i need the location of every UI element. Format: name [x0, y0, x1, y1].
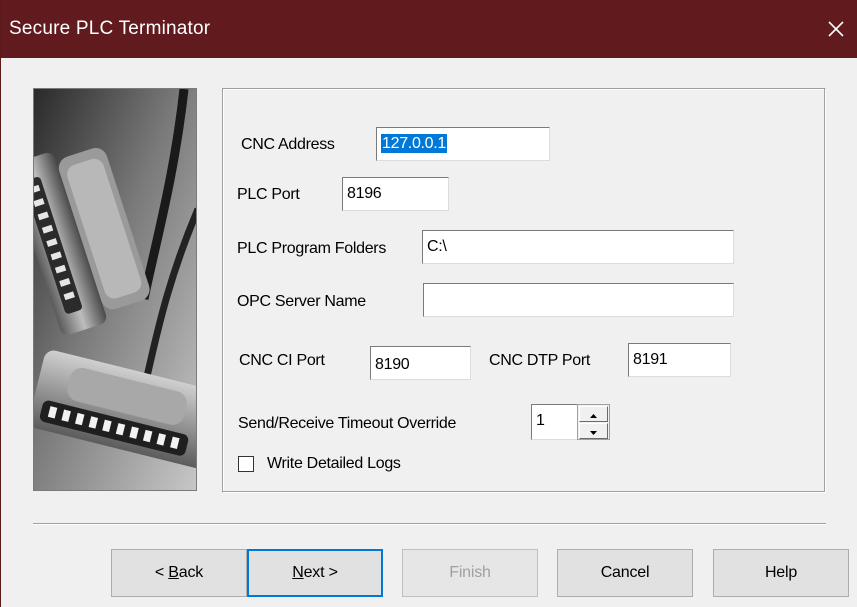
window-title: Secure PLC Terminator	[9, 18, 211, 39]
cnc-dtp-port-input[interactable]: 8191	[628, 343, 731, 377]
arrow-down-icon	[590, 422, 597, 440]
title-bar[interactable]: Secure PLC Terminator	[1, 0, 857, 58]
opc-server-name-input[interactable]	[423, 283, 734, 317]
next-button-mnemonic: N	[292, 564, 304, 581]
back-button-mnemonic: B	[168, 564, 179, 581]
write-logs-label[interactable]: Write Detailed Logs	[267, 455, 401, 473]
write-logs-checkbox[interactable]	[238, 456, 254, 472]
spin-up-button[interactable]	[579, 406, 608, 422]
wizard-dialog: Secure PLC Terminator CNC Address 127.0.…	[0, 0, 857, 607]
cnc-address-input[interactable]: 127.0.0.1	[376, 127, 550, 161]
spin-down-button[interactable]	[579, 423, 608, 439]
close-button[interactable]	[814, 0, 857, 58]
cancel-button[interactable]: Cancel	[557, 549, 693, 597]
timeout-spinner	[577, 404, 610, 440]
wizard-side-image	[33, 88, 197, 491]
timeout-override-input[interactable]: 1	[531, 404, 578, 440]
help-button[interactable]: Help	[713, 549, 849, 597]
back-button-rest: ack	[178, 564, 204, 581]
separator-line	[33, 523, 826, 525]
plc-program-folders-label: PLC Program Folders	[237, 240, 387, 257]
next-button[interactable]: Next >	[247, 549, 383, 597]
close-icon	[827, 20, 845, 38]
cnc-ci-port-label: CNC CI Port	[239, 352, 325, 369]
next-button-rest: ext >	[303, 564, 338, 581]
cnc-dtp-port-label: CNC DTP Port	[489, 352, 591, 369]
arrow-up-icon	[590, 405, 597, 423]
opc-server-name-label: OPC Server Name	[237, 293, 366, 310]
back-button[interactable]: < Back	[111, 549, 247, 597]
timeout-override-label: Send/Receive Timeout Override	[238, 415, 457, 432]
cnc-address-label: CNC Address	[241, 136, 335, 153]
finish-button[interactable]: Finish	[402, 549, 538, 597]
cnc-address-value: 127.0.0.1	[381, 134, 448, 153]
plc-port-label: PLC Port	[237, 186, 300, 203]
plc-port-input[interactable]: 8196	[342, 177, 449, 211]
back-button-prefix: <	[154, 564, 169, 581]
plc-program-folders-input[interactable]: C:\	[422, 230, 734, 264]
cnc-ci-port-input[interactable]: 8190	[370, 346, 471, 380]
